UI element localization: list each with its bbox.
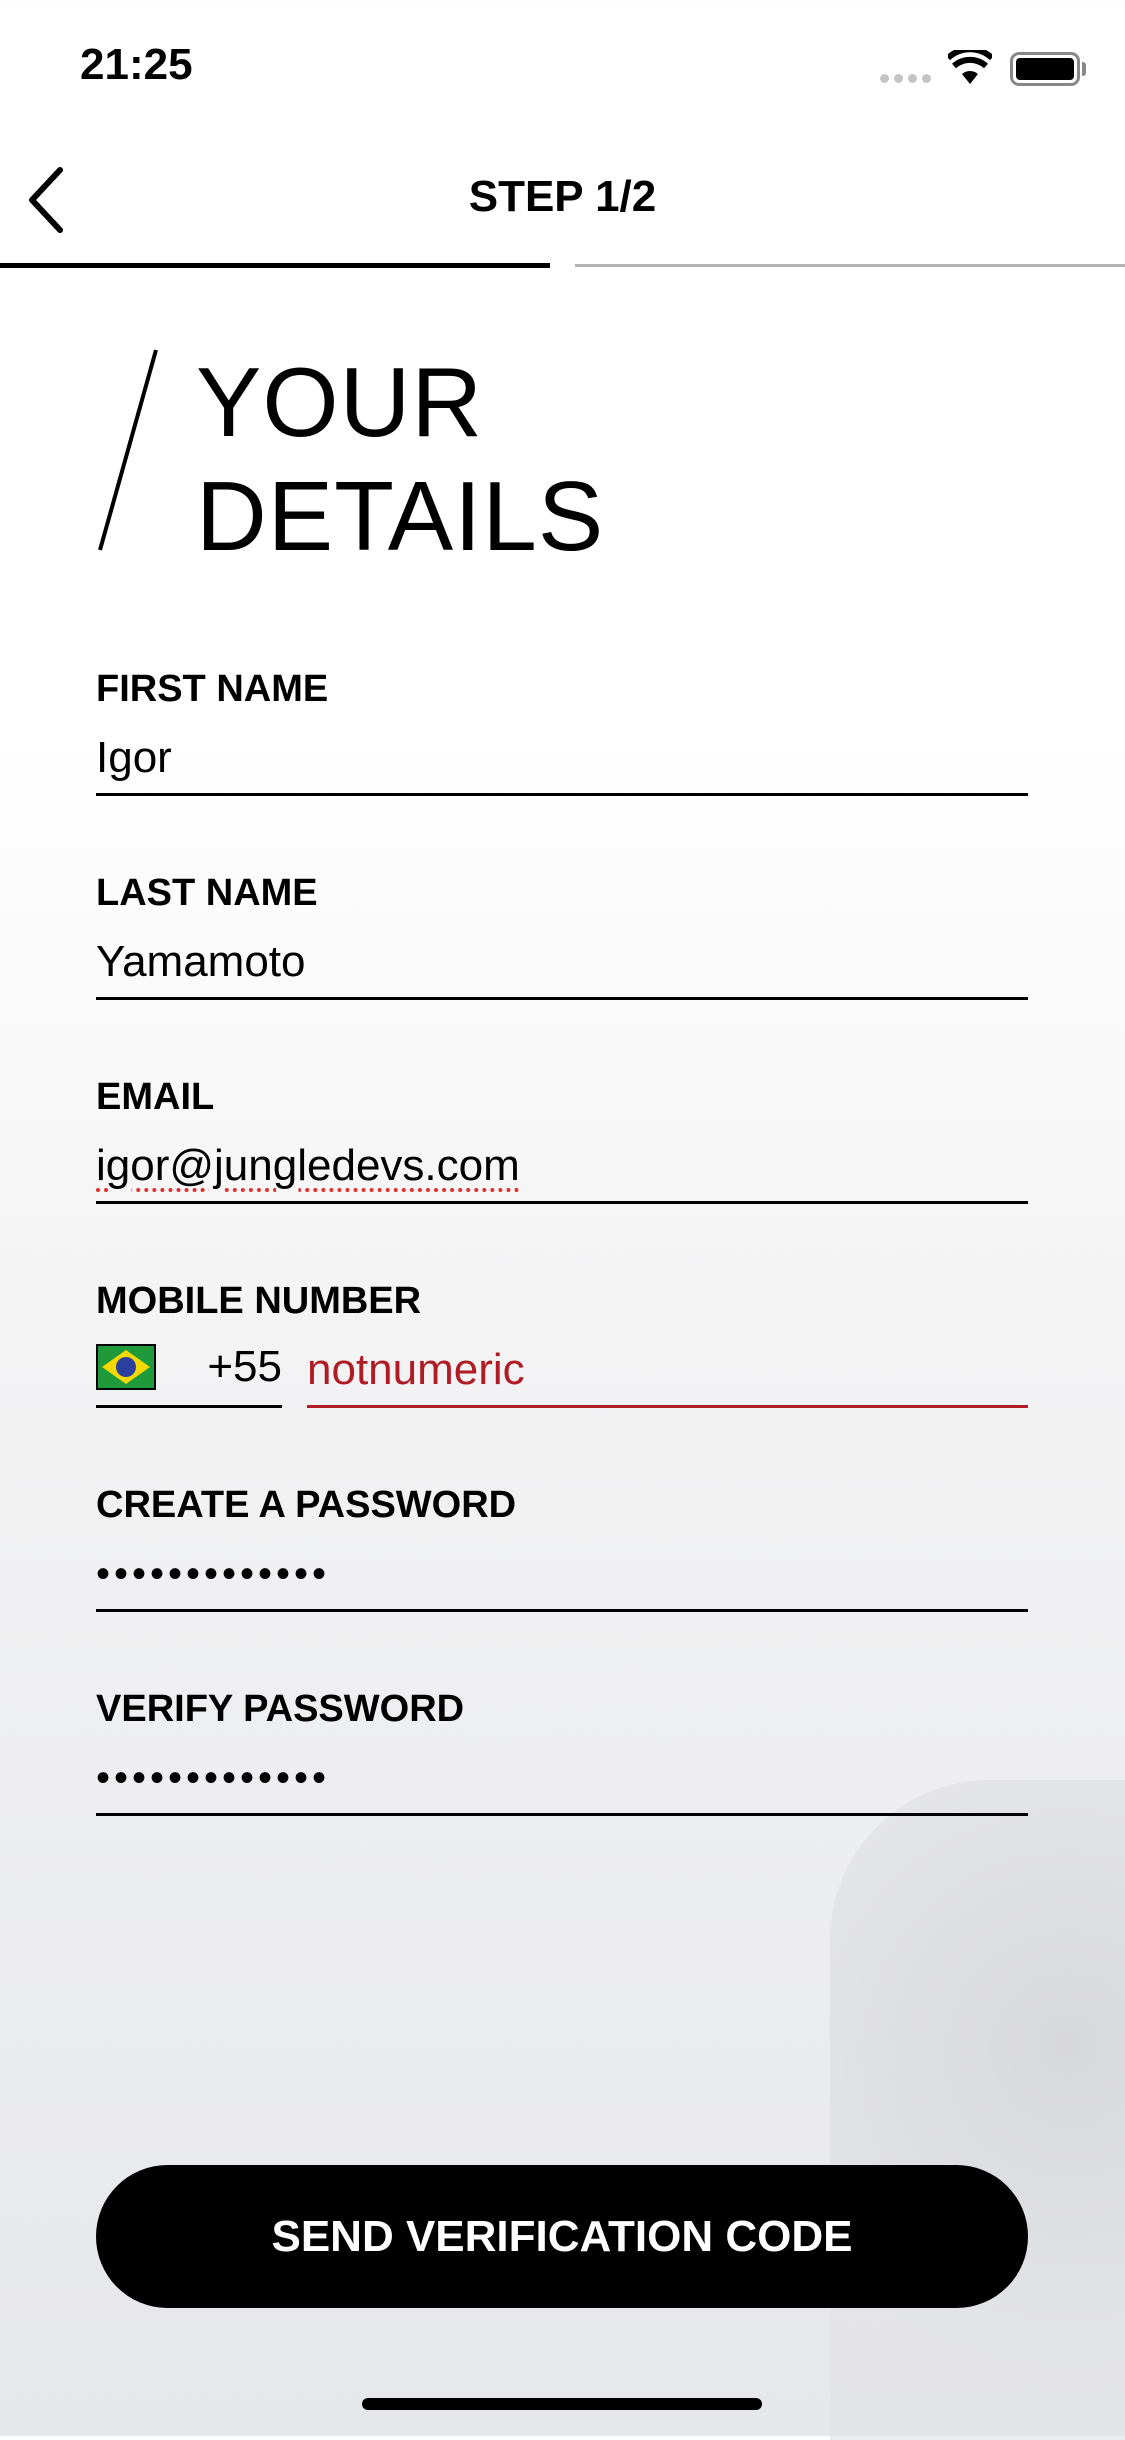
mobile-number-input[interactable]: notnumeric <box>307 1328 1028 1408</box>
battery-icon <box>1010 52 1080 86</box>
step-title: STEP 1/2 <box>468 172 657 221</box>
verify-password-field: VERIFY PASSWORD ••••••••••••• <box>96 1688 1028 1816</box>
heading-line-2: DETAILS <box>196 461 605 571</box>
password-field: CREATE A PASSWORD ••••••••••••• <box>96 1484 1028 1612</box>
brazil-flag-icon <box>96 1343 156 1390</box>
last-name-label: LAST NAME <box>96 872 318 914</box>
progress-segment-active <box>0 263 550 268</box>
email-value: igor@jungledevs.com <box>96 1141 520 1190</box>
country-code: +55 <box>207 1341 282 1391</box>
country-code-selector[interactable]: +55 <box>96 1328 282 1408</box>
password-label: CREATE A PASSWORD <box>96 1484 517 1526</box>
home-indicator[interactable] <box>362 2398 762 2410</box>
email-input[interactable]: igor@jungledevs.com <box>96 1124 1028 1204</box>
cellular-signal-icon <box>880 74 931 83</box>
first-name-input[interactable]: Igor <box>96 716 1028 796</box>
last-name-input[interactable]: Yamamoto <box>96 920 1028 1000</box>
email-field: EMAIL igor@jungledevs.com <box>96 1076 1028 1204</box>
battery-cap <box>1082 62 1086 76</box>
status-time: 21:25 <box>80 40 193 89</box>
email-label: EMAIL <box>96 1076 215 1118</box>
first-name-label: FIRST NAME <box>96 668 329 710</box>
progress-segment-inactive <box>575 264 1125 267</box>
verify-password-input[interactable]: ••••••••••••• <box>96 1736 1028 1816</box>
background-dumbbell-image <box>830 1780 1125 2440</box>
password-input[interactable]: ••••••••••••• <box>96 1532 1028 1612</box>
wifi-icon <box>948 50 992 84</box>
heading-line-1: YOUR <box>196 347 484 457</box>
page-heading: YOUR DETAILS <box>196 345 604 573</box>
verify-password-label: VERIFY PASSWORD <box>96 1688 465 1730</box>
mobile-label: MOBILE NUMBER <box>96 1280 422 1322</box>
mobile-field: MOBILE NUMBER +55 notnumeric <box>96 1280 1028 1408</box>
last-name-field: LAST NAME Yamamoto <box>96 872 1028 1000</box>
first-name-field: FIRST NAME Igor <box>96 668 1028 796</box>
slash-decoration <box>98 349 158 551</box>
send-verification-code-button[interactable]: SEND VERIFICATION CODE <box>96 2165 1028 2308</box>
